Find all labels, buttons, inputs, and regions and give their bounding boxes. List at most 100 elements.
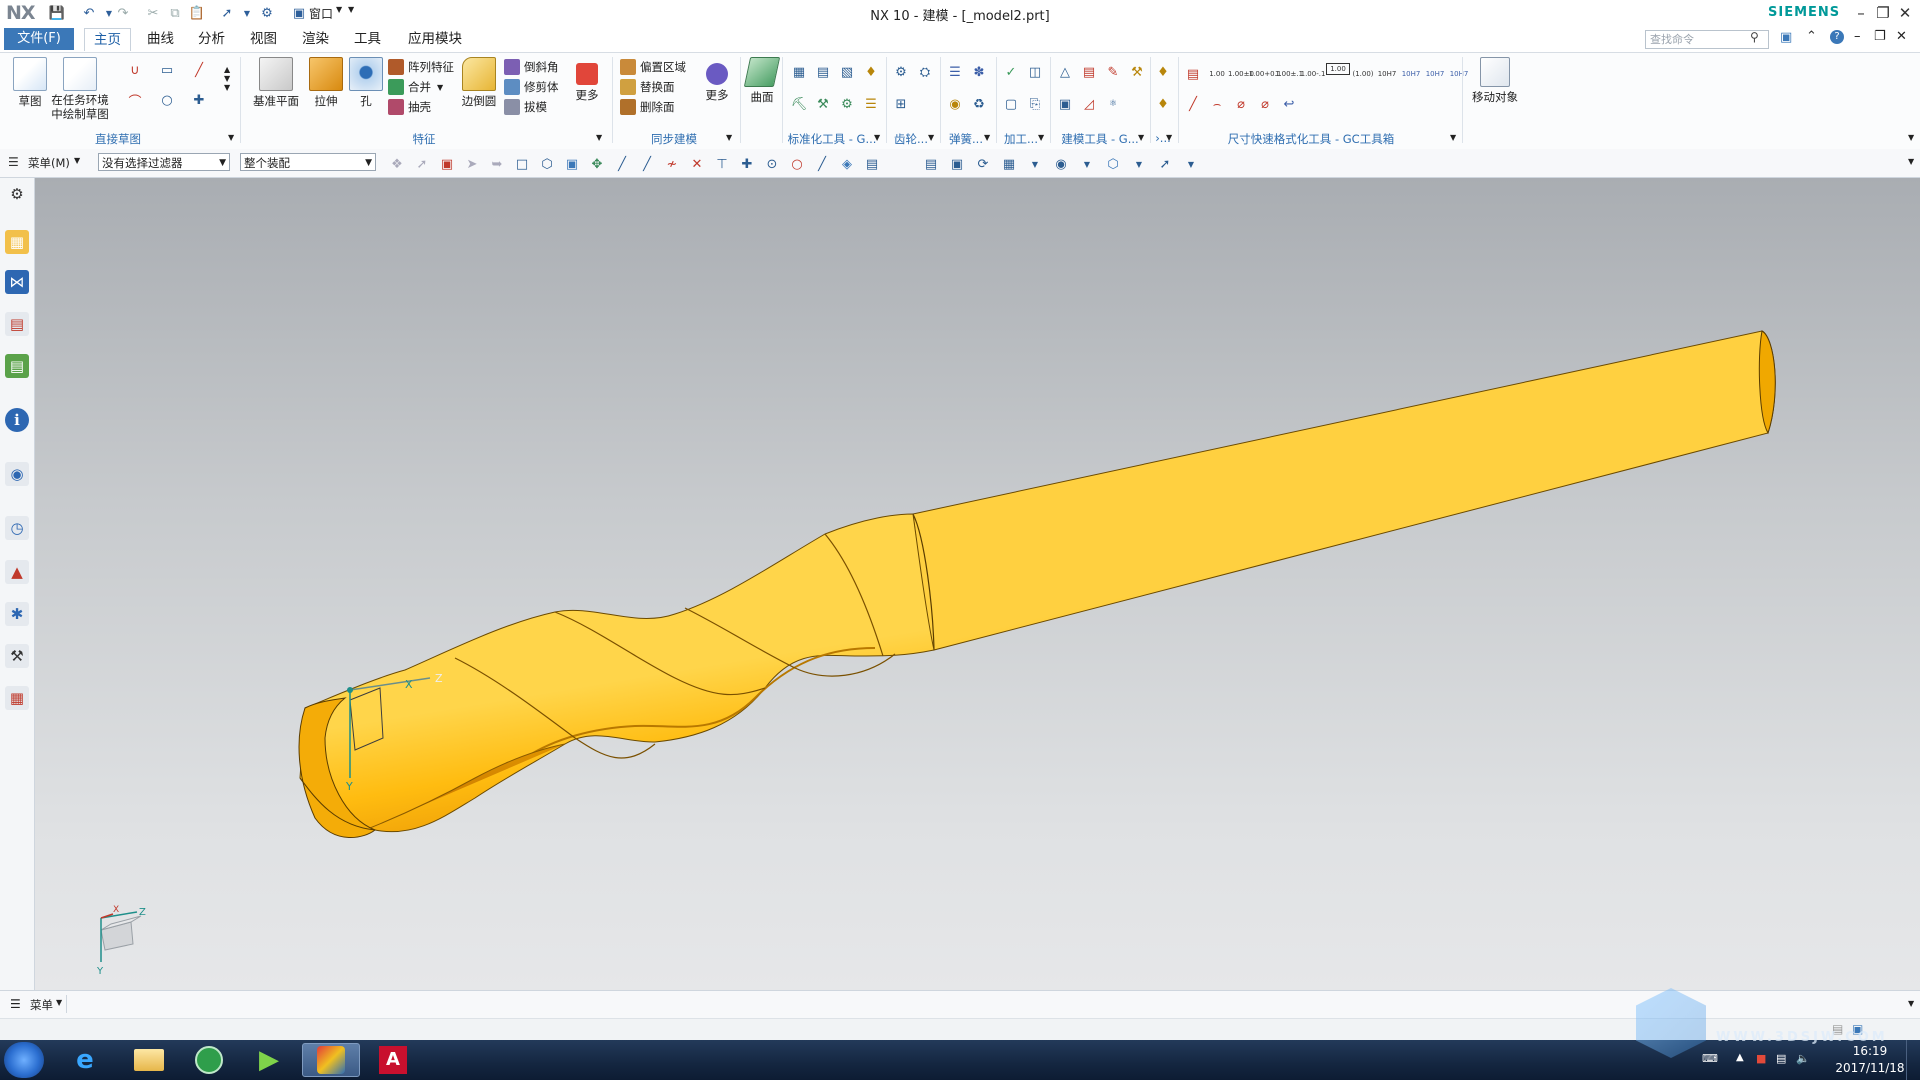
group-feature-dropdown-icon[interactable]: ▼ <box>596 133 602 142</box>
pattern-feature-button[interactable]: 阵列特征 <box>388 57 460 77</box>
view-triad[interactable]: Z X Y <box>96 905 146 977</box>
select-feature-icon[interactable]: ➤ <box>461 153 483 175</box>
keyboard-icon[interactable]: ⌨ <box>1702 1052 1718 1065</box>
restore-icon[interactable]: ❐ <box>1872 2 1894 24</box>
render-dropdown-icon[interactable]: ▼ <box>1076 153 1098 175</box>
misc-tool-2-icon[interactable]: ♦ <box>1152 93 1174 115</box>
select-body-icon[interactable]: ➥ <box>486 153 508 175</box>
media-player-taskbar-button[interactable]: ▶ <box>240 1043 298 1077</box>
clock-time[interactable]: 16:19 <box>1840 1044 1900 1058</box>
task-sketch-button[interactable]: 在任务环境中绘制草图 <box>50 57 110 121</box>
volume-icon[interactable]: 🔈 <box>1796 1052 1810 1065</box>
assembly-navigator-icon[interactable]: ▦ <box>5 230 29 254</box>
ribbon-options-dropdown-icon[interactable]: ▼ <box>1908 133 1914 142</box>
move-object-button[interactable]: 移动对象 <box>1468 57 1522 105</box>
machining-tool-3-icon[interactable]: ▢ <box>1000 93 1022 115</box>
collapse-ribbon-icon[interactable]: ⌃ <box>1806 29 1817 44</box>
hole-button[interactable]: 孔 <box>344 57 388 109</box>
explorer-taskbar-button[interactable] <box>120 1043 178 1077</box>
group-direct-sketch-dropdown-icon[interactable]: ▼ <box>228 133 234 142</box>
rectangle-icon[interactable]: ▭ <box>156 59 178 81</box>
snap-mid-icon[interactable]: ╱ <box>636 153 658 175</box>
clock-date[interactable]: 2017/11/18 <box>1830 1061 1910 1075</box>
roles-icon[interactable]: ▦ <box>5 686 29 710</box>
orient-dropdown-icon[interactable]: ▼ <box>1024 153 1046 175</box>
select-rect-icon[interactable]: ▣ <box>436 153 458 175</box>
tab-analysis[interactable]: 分析 <box>189 28 234 50</box>
tab-application[interactable]: 应用模块 <box>399 28 471 50</box>
std-tool-8-icon[interactable]: ☰ <box>860 93 882 115</box>
constraint-navigator-icon[interactable]: ⋈ <box>5 270 29 294</box>
dim-format-4[interactable]: 1.00±.1 <box>1275 63 1303 85</box>
group-std-tools-dropdown-icon[interactable]: ▼ <box>874 133 880 142</box>
process-studio-icon[interactable]: ✱ <box>5 602 29 626</box>
sketch-gallery-scroll-icon[interactable]: ▲ ▼ ▼ <box>224 65 230 92</box>
gear-tool-1-icon[interactable]: ⚙ <box>890 61 912 83</box>
misc-tool-1-icon[interactable]: ♦ <box>1152 61 1174 83</box>
group-modeling-tools-dropdown-icon[interactable]: ▼ <box>1138 133 1144 142</box>
point-icon[interactable]: ✚ <box>188 89 210 111</box>
machining-tool-1-icon[interactable]: ✓ <box>1000 61 1022 83</box>
start-button[interactable] <box>4 1042 44 1078</box>
model-canvas[interactable]: X Z Y Z X Y <box>35 178 1920 990</box>
select-point-icon[interactable]: ➚ <box>411 153 433 175</box>
dim-tool-c-icon[interactable]: ⌀ <box>1230 93 1252 115</box>
modeling-tool-3-icon[interactable]: ✎ <box>1102 61 1124 83</box>
orient-view-icon[interactable]: ▦ <box>998 153 1020 175</box>
work-layer-icon[interactable]: ➚ <box>1154 153 1176 175</box>
snap-pole-icon[interactable]: ▤ <box>861 153 883 175</box>
extrude-button[interactable]: 拉伸 <box>304 57 348 109</box>
std-tool-6-icon[interactable]: ⚒ <box>812 93 834 115</box>
feature-more-button[interactable]: 更多 <box>570 57 604 103</box>
std-tool-4-icon[interactable]: ♦ <box>860 61 882 83</box>
nx-taskbar-button[interactable] <box>302 1043 360 1077</box>
unite-button[interactable]: 合并 ▼ <box>388 77 460 97</box>
dim-format-8[interactable]: 10H7 <box>1376 63 1398 85</box>
menu-button[interactable]: 菜单(M) <box>28 155 70 171</box>
help-icon[interactable]: ? <box>1830 30 1844 44</box>
snap-control-icon[interactable]: ⊤ <box>711 153 733 175</box>
group-dim-tools-dropdown-icon[interactable]: ▼ <box>1450 133 1456 142</box>
dim-format-9[interactable]: 10H7 <box>1400 63 1422 85</box>
type-filter-select[interactable]: 没有选择过滤器 ▼ <box>98 153 230 171</box>
gear-tool-3-icon[interactable]: ⊞ <box>890 93 912 115</box>
snap-point-icon[interactable]: ✥ <box>586 153 608 175</box>
shaded-dropdown-icon[interactable]: ▼ <box>1128 153 1150 175</box>
dim-tool-d-icon[interactable]: ⌀ <box>1254 93 1276 115</box>
tab-tools[interactable]: 工具 <box>345 28 390 50</box>
tab-view[interactable]: 视图 <box>241 28 286 50</box>
work-layer-dropdown-icon[interactable]: ▼ <box>1180 153 1202 175</box>
dim-tool-e-icon[interactable]: ↩ <box>1278 93 1300 115</box>
part-navigator-icon[interactable]: ▤ <box>5 312 29 336</box>
draft-button[interactable]: 拔模 <box>504 97 570 117</box>
dim-format-3[interactable]: 1.00+0.1 <box>1249 63 1282 85</box>
snap-cross-icon[interactable]: ✚ <box>736 153 758 175</box>
snap-end-icon[interactable]: ╱ <box>611 153 633 175</box>
general-select-icon[interactable]: ❖ <box>386 153 408 175</box>
selbar-options-dropdown-icon[interactable]: ▼ <box>1908 157 1914 166</box>
show-desktop-button[interactable] <box>1906 1040 1920 1080</box>
offset-region-button[interactable]: 偏置区域 <box>620 57 700 77</box>
menu-dropdown-icon[interactable]: ▼ <box>74 156 80 165</box>
tray-expand-icon[interactable]: ▲ <box>1736 1052 1744 1063</box>
fit-view-icon[interactable]: ▤ <box>920 153 942 175</box>
dim-tool-b-icon[interactable]: ⌢ <box>1206 93 1228 115</box>
datum-plane-button[interactable]: 基准平面 <box>252 57 300 109</box>
ribbon-options-icon[interactable]: ▣ <box>1780 30 1792 45</box>
settings-gear-icon[interactable]: ⚙ <box>5 182 29 206</box>
gear-tool-2-icon[interactable]: ⛭ <box>914 61 936 83</box>
std-tool-2-icon[interactable]: ▤ <box>812 61 834 83</box>
snap-quadrant-icon[interactable]: ○ <box>786 153 808 175</box>
modeling-tool-1-icon[interactable]: △ <box>1054 61 1076 83</box>
status-menu-button[interactable]: 菜单 <box>30 997 53 1013</box>
reuse-library-icon[interactable]: ▤ <box>5 354 29 378</box>
system-materials-icon[interactable]: ▲ <box>5 560 29 584</box>
trim-body-button[interactable]: 修剪体 <box>504 77 570 97</box>
snap-line-icon[interactable]: ╱ <box>811 153 833 175</box>
dim-tool-0-icon[interactable]: ▤ <box>1182 63 1204 85</box>
status-menu-dropdown-icon[interactable]: ▼ <box>56 998 62 1007</box>
std-tool-5-icon[interactable]: ⛏ <box>788 93 810 115</box>
select-solid-icon[interactable]: ⬡ <box>536 153 558 175</box>
shaded-cube-icon[interactable]: ⬡ <box>1102 153 1124 175</box>
std-tool-7-icon[interactable]: ⚙ <box>836 93 858 115</box>
